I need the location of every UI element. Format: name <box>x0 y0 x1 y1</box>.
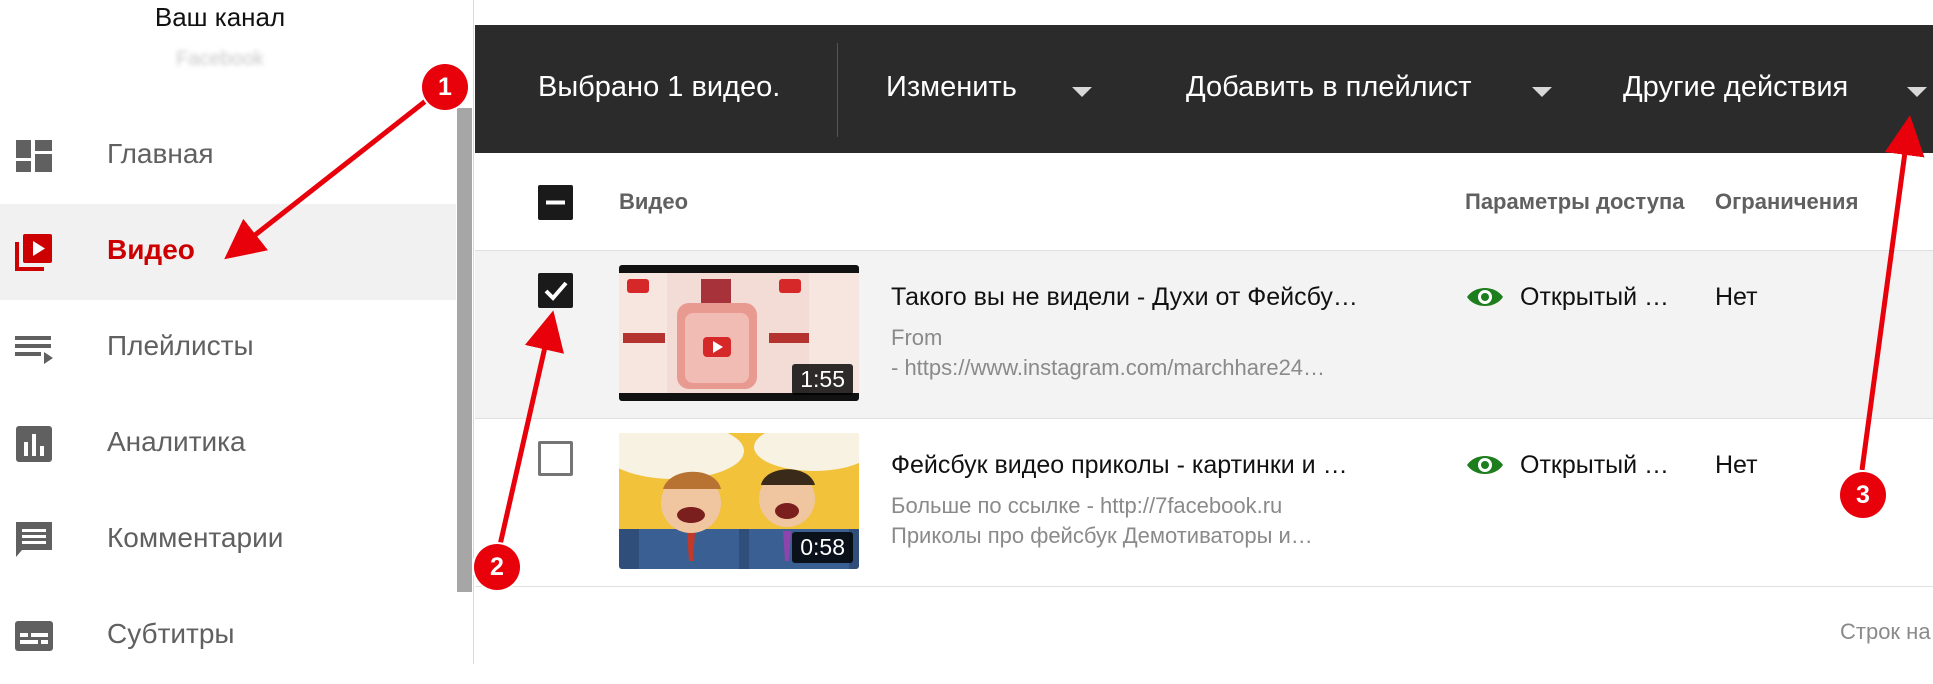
sidebar-scrollbar[interactable] <box>457 108 472 592</box>
edit-chevron-down-icon[interactable] <box>1072 87 1092 97</box>
visibility-value[interactable]: Открытый … <box>1520 283 1669 312</box>
sidebar: Ваш канал Facebook Главная Видео Плейлис… <box>0 0 474 664</box>
sidebar-item-label: Субтитры <box>107 618 235 649</box>
row-divider <box>475 586 1933 587</box>
edit-dropdown-button[interactable]: Изменить <box>886 71 1017 104</box>
eye-icon <box>1467 456 1503 474</box>
checkmark-icon <box>544 281 568 301</box>
column-header-restrictions[interactable]: Ограничения <box>1715 189 1858 215</box>
comments-icon <box>16 522 52 557</box>
sidebar-item-label: Главная <box>107 138 214 169</box>
eye-icon <box>1467 288 1503 306</box>
video-description-line2: Приколы про фейсбук Демотиваторы и… <box>891 523 1313 548</box>
video-description-line2: - https://www.instagram.com/marchhare24… <box>891 355 1326 380</box>
table-row[interactable]: 0:58 Фейсбук видео приколы - картинки и … <box>475 418 1933 587</box>
video-thumbnail[interactable]: 1:55 <box>619 265 859 401</box>
sidebar-item-dashboard[interactable]: Главная <box>0 108 456 204</box>
rows-per-page-label: Строк на <box>1840 619 1931 644</box>
video-library-icon <box>15 234 52 271</box>
channel-title[interactable]: Ваш канал <box>0 2 440 33</box>
video-title[interactable]: Такого вы не видели - Духи от Фейсбу… <box>891 283 1358 312</box>
more-actions-button[interactable]: Другие действия <box>1623 71 1848 104</box>
annotation-badge-2: 2 <box>474 544 520 590</box>
video-table: Видео Параметры доступа Ограничения 1:55… <box>475 153 1933 664</box>
video-thumbnail[interactable]: 0:58 <box>619 433 859 569</box>
visibility-value[interactable]: Открытый … <box>1520 451 1669 480</box>
sidebar-item-label: Аналитика <box>107 426 246 457</box>
sidebar-item-playlists[interactable]: Плейлисты <box>0 300 456 396</box>
restrictions-value: Нет <box>1715 283 1758 311</box>
video-duration: 0:58 <box>792 532 853 563</box>
playlist-icon <box>15 336 53 364</box>
column-header-video[interactable]: Видео <box>619 189 688 215</box>
selected-count-text: Выбрано 1 видео. <box>538 71 781 103</box>
add-to-playlist-button[interactable]: Добавить в плейлист <box>1186 71 1472 104</box>
minus-icon <box>546 200 565 205</box>
more-actions-chevron-down-icon[interactable] <box>1907 87 1927 97</box>
restrictions-value: Нет <box>1715 451 1758 479</box>
row-checkbox[interactable] <box>538 273 573 308</box>
sidebar-item-videos[interactable]: Видео <box>0 204 456 300</box>
analytics-icon <box>16 426 52 462</box>
video-description-line1: From <box>891 325 943 350</box>
sidebar-item-analytics[interactable]: Аналитика <box>0 396 456 492</box>
sidebar-item-label: Плейлисты <box>107 330 254 361</box>
video-title[interactable]: Фейсбук видео приколы - картинки и … <box>891 451 1348 480</box>
subtitles-icon <box>15 621 53 651</box>
table-row[interactable]: 1:55 Такого вы не видели - Духи от Фейсб… <box>475 250 1933 419</box>
video-description-line1: Больше по ссылке - http://7facebook.ru <box>891 493 1283 518</box>
playlist-chevron-down-icon[interactable] <box>1532 87 1552 97</box>
sidebar-item-label: Комментарии <box>107 522 284 553</box>
channel-subtitle: Facebook <box>176 48 264 70</box>
select-all-checkbox[interactable] <box>538 185 573 220</box>
row-checkbox[interactable] <box>538 441 573 476</box>
annotation-badge-3: 3 <box>1840 472 1886 518</box>
action-bar-divider <box>837 43 838 137</box>
sidebar-item-label: Видео <box>107 234 195 265</box>
top-strip <box>475 0 1933 25</box>
sidebar-item-subtitles[interactable]: Субтитры <box>0 588 456 684</box>
annotation-badge-1: 1 <box>422 64 468 110</box>
column-header-visibility[interactable]: Параметры доступа <box>1465 189 1684 215</box>
selection-action-bar: Выбрано 1 видео. Изменить Добавить в пле… <box>475 25 1933 153</box>
dashboard-icon <box>16 140 52 172</box>
sidebar-item-comments[interactable]: Комментарии <box>0 492 456 588</box>
video-duration: 1:55 <box>792 364 853 395</box>
